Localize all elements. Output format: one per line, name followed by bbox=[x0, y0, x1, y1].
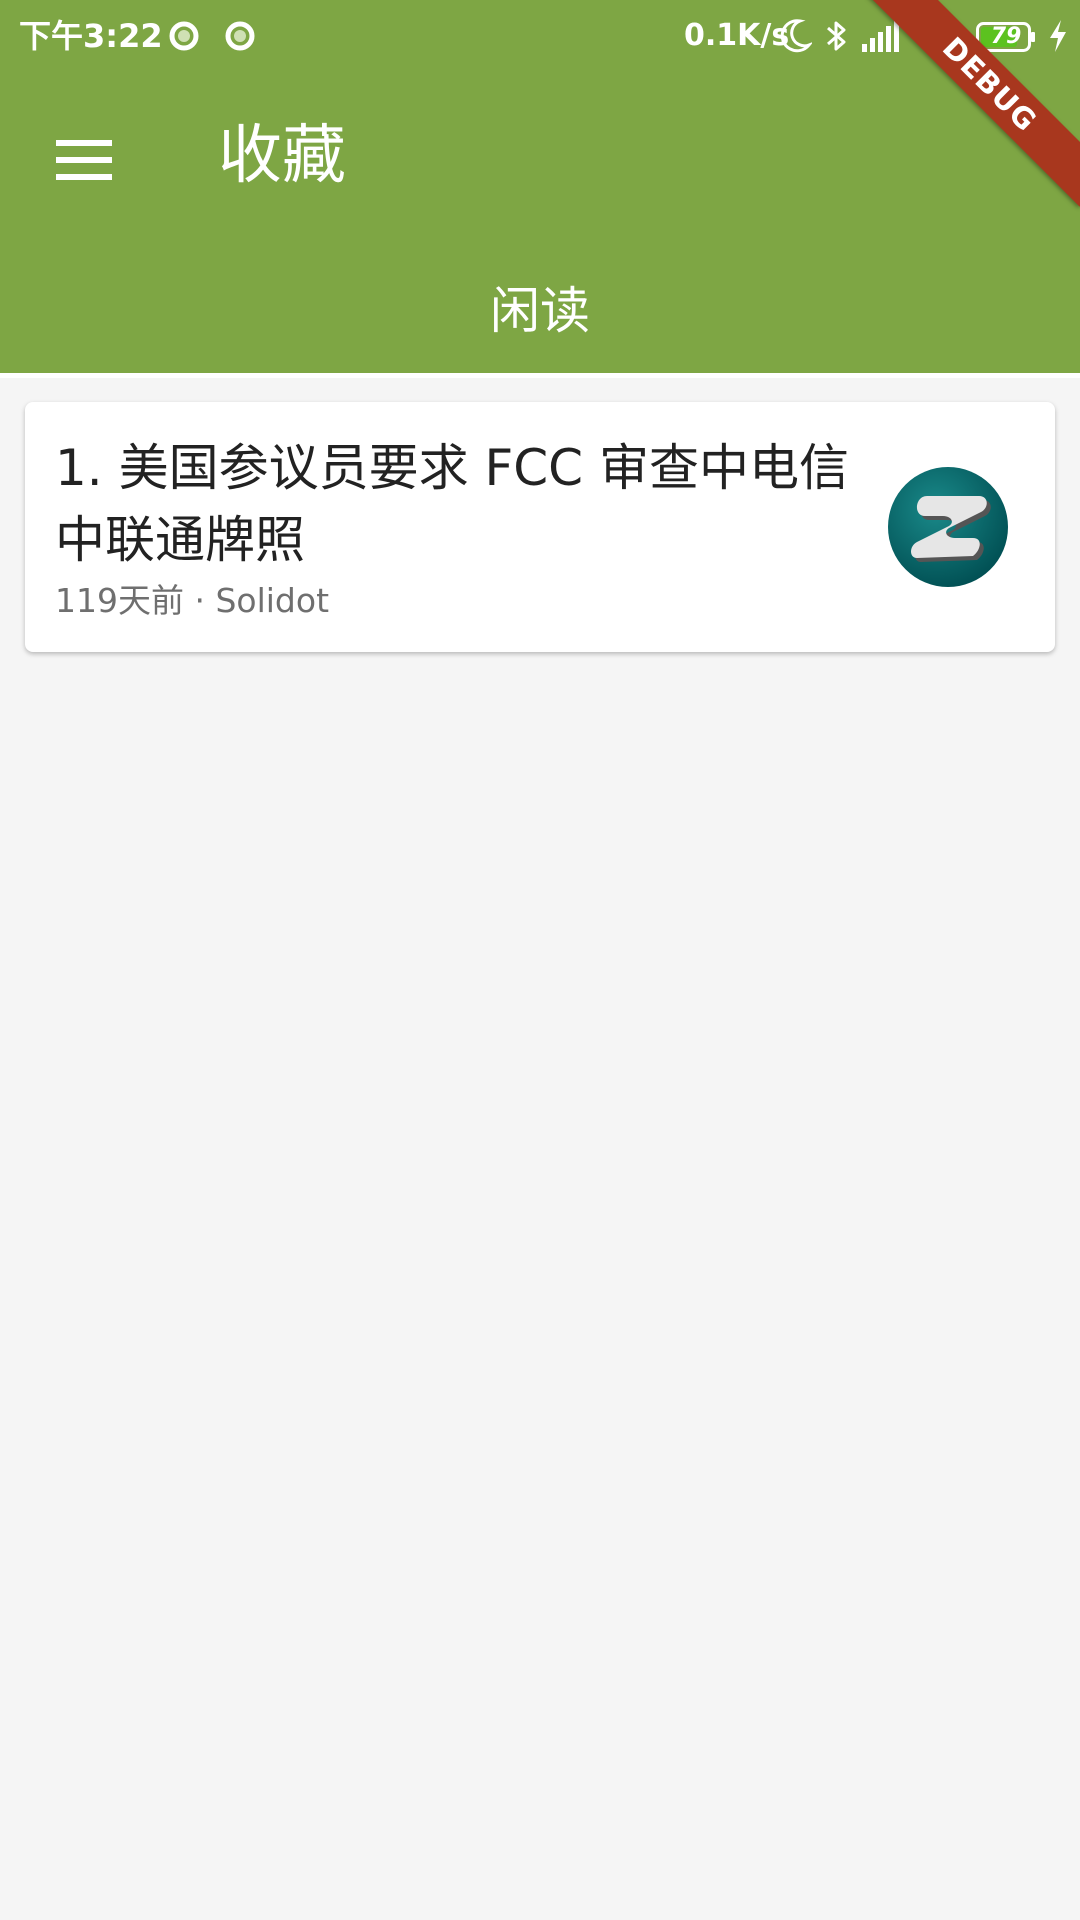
toolbar: 收藏 bbox=[0, 72, 1080, 240]
status-time: 下午3:22 bbox=[19, 17, 163, 55]
menu-icon bbox=[56, 140, 112, 180]
menu-button[interactable] bbox=[36, 112, 132, 208]
charging-icon bbox=[1050, 20, 1066, 52]
item-title: 1. 美国参议员要求 FCC 审查中电信中联通牌照 bbox=[55, 439, 849, 569]
app-bar: 下午3:22 0.1K/s 79 收藏 闲读 DEBUG bbox=[0, 0, 1080, 378]
tab-xiandu[interactable]: 闲读 bbox=[0, 240, 1080, 378]
tab-bar: 闲读 bbox=[0, 240, 1080, 378]
tab-indicator bbox=[0, 373, 1080, 378]
bluetooth-icon bbox=[827, 21, 846, 51]
item-meta: 119天前 · Solidot bbox=[55, 581, 330, 620]
solidot-logo-icon bbox=[888, 467, 1008, 587]
network-speed: 0.1K/s bbox=[684, 18, 790, 53]
list-item[interactable]: 1. 美国参议员要求 FCC 审查中电信中联通牌照 119天前 · Solido… bbox=[25, 402, 1055, 652]
page-title: 收藏 bbox=[218, 119, 346, 193]
tab-label: 闲读 bbox=[490, 282, 590, 340]
moon-icon bbox=[780, 19, 812, 53]
notification-circle-icon bbox=[225, 21, 255, 51]
notification-circle-icon bbox=[169, 21, 199, 51]
